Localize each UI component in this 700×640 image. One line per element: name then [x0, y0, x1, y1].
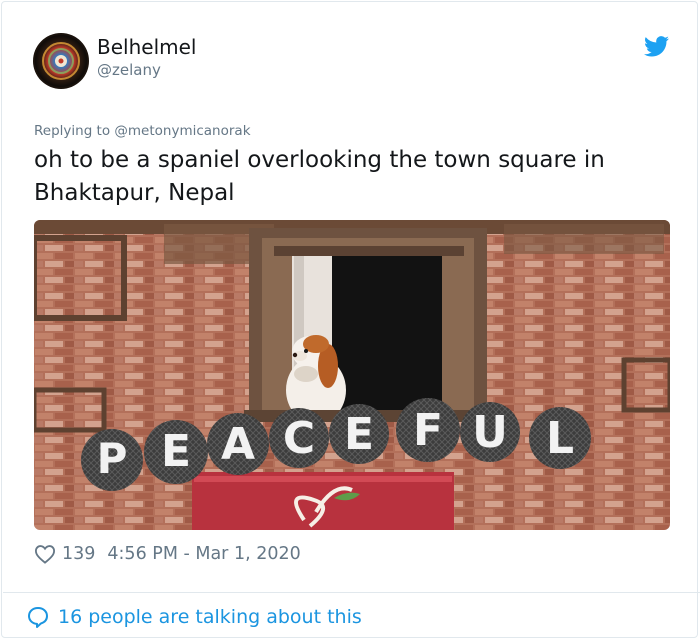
- timestamp[interactable]: 4:56 PM - Mar 1, 2020: [107, 544, 300, 564]
- svg-text:L: L: [546, 413, 574, 464]
- svg-text:E: E: [344, 409, 374, 460]
- conversation-link[interactable]: 16 people are talking about this: [26, 603, 362, 631]
- tweet-meta: 139 4:56 PM - Mar 1, 2020: [34, 540, 301, 568]
- tweet-card: Belhelmel @zelany Replying to @metonymic…: [1, 1, 700, 638]
- tweet-text: oh to be a spaniel overlooking the town …: [34, 147, 605, 206]
- svg-text:P: P: [97, 434, 128, 483]
- conversation-text[interactable]: 16 people are talking about this: [58, 606, 362, 628]
- heart-icon[interactable]: [34, 544, 56, 564]
- svg-text:F: F: [413, 405, 443, 456]
- svg-text:U: U: [472, 407, 508, 458]
- avatar-image: [33, 33, 89, 89]
- user-handle[interactable]: @zelany: [97, 61, 161, 79]
- replying-handle-link[interactable]: @metonymicanorak: [114, 123, 250, 139]
- svg-text:C: C: [283, 413, 315, 464]
- sign-letter-7: U: [460, 402, 520, 462]
- replying-prefix: Replying to: [34, 123, 111, 139]
- replying-to: Replying to @metonymicanorak: [34, 123, 251, 139]
- display-name[interactable]: Belhelmel: [97, 35, 196, 59]
- speech-bubble-icon: [28, 607, 48, 628]
- sign-letter-4: C: [269, 408, 329, 468]
- svg-text:E: E: [161, 426, 191, 477]
- sign-letter-2: E: [144, 420, 208, 484]
- photo-spaniel-window: P E A C E F U L: [34, 220, 670, 530]
- sign-letter-6: F: [396, 398, 460, 462]
- divider: [3, 592, 700, 593]
- tweet-photo[interactable]: P E A C E F U L: [34, 220, 670, 530]
- twitter-bird-icon[interactable]: [644, 36, 669, 57]
- sign-letter-5: E: [329, 404, 389, 464]
- svg-text:A: A: [221, 419, 255, 470]
- sign-letter-3: A: [207, 413, 269, 475]
- sign-letter-8: L: [529, 407, 591, 469]
- sign-letter-1: P: [81, 429, 143, 491]
- like-count[interactable]: 139: [62, 544, 95, 564]
- avatar[interactable]: [33, 33, 89, 89]
